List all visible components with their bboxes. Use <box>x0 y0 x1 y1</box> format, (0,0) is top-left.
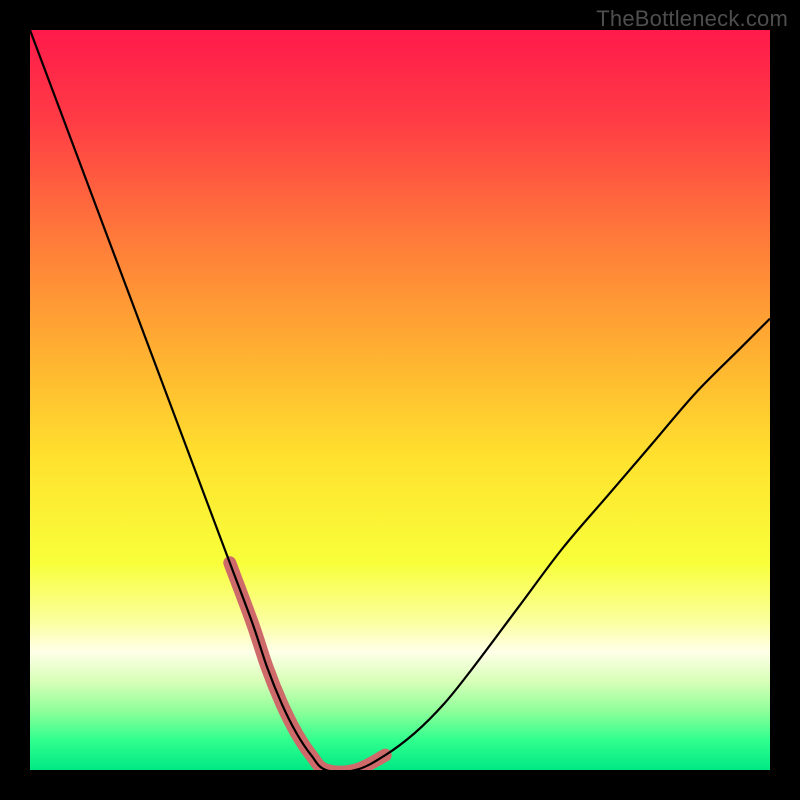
chart-frame: TheBottleneck.com <box>0 0 800 800</box>
curve-layer <box>30 30 770 770</box>
plot-area <box>30 30 770 770</box>
highlight-band <box>230 563 385 770</box>
watermark-text: TheBottleneck.com <box>596 6 788 32</box>
bottleneck-curve <box>30 30 770 770</box>
